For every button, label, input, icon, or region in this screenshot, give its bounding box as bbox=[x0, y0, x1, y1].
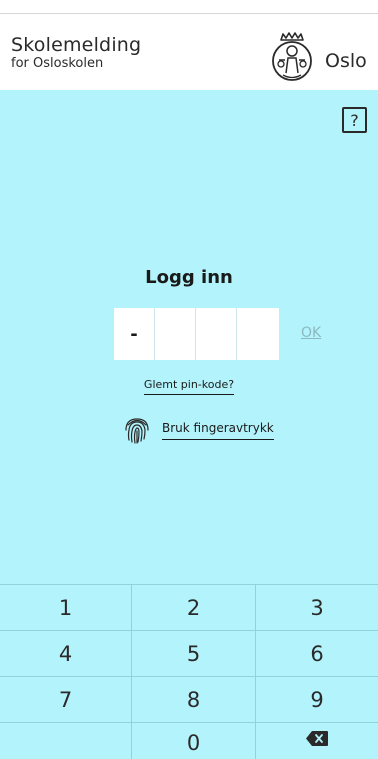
help-button[interactable]: ? bbox=[342, 107, 367, 133]
forgot-pin-row: Glemt pin-kode? bbox=[0, 373, 378, 395]
pin-input[interactable]: - bbox=[114, 308, 279, 360]
oslo-seal-icon bbox=[272, 32, 312, 81]
login-title: Logg inn bbox=[145, 267, 233, 288]
backspace-key[interactable] bbox=[256, 723, 378, 759]
app-subtitle: for Osloskolen bbox=[11, 56, 104, 71]
key-2[interactable]: 2 bbox=[132, 585, 256, 631]
key-9[interactable]: 9 bbox=[256, 677, 378, 723]
key-0[interactable]: 0 bbox=[132, 723, 256, 759]
help-label: ? bbox=[350, 110, 359, 130]
fingerprint-login[interactable]: Bruk fingeravtrykk bbox=[122, 415, 274, 445]
pin-digit-1[interactable]: - bbox=[114, 308, 155, 360]
app-header: Skolemelding for Osloskolen Oslo bbox=[0, 14, 378, 90]
fingerprint-label: Bruk fingeravtrykk bbox=[162, 421, 274, 440]
key-5[interactable]: 5 bbox=[132, 631, 256, 677]
pin-digit-2[interactable] bbox=[155, 308, 196, 360]
city-name: Oslo bbox=[325, 50, 367, 72]
key-empty bbox=[0, 723, 132, 759]
ok-button[interactable]: OK bbox=[301, 325, 321, 341]
backspace-icon bbox=[306, 731, 328, 746]
login-screen: ? Logg inn - OK Glemt pin-kode? Bruk fin… bbox=[0, 90, 378, 759]
numeric-keypad: 1 2 3 4 5 6 7 8 9 0 bbox=[0, 584, 378, 759]
key-4[interactable]: 4 bbox=[0, 631, 132, 677]
pin-digit-4[interactable] bbox=[237, 308, 278, 360]
status-bar bbox=[0, 0, 378, 14]
pin-digit-3[interactable] bbox=[196, 308, 237, 360]
fingerprint-icon bbox=[125, 418, 149, 444]
key-8[interactable]: 8 bbox=[132, 677, 256, 723]
forgot-pin-link[interactable]: Glemt pin-kode? bbox=[143, 378, 235, 395]
key-1[interactable]: 1 bbox=[0, 585, 132, 631]
key-6[interactable]: 6 bbox=[256, 631, 378, 677]
app-title: Skolemelding bbox=[11, 34, 142, 56]
key-3[interactable]: 3 bbox=[256, 585, 378, 631]
key-7[interactable]: 7 bbox=[0, 677, 132, 723]
